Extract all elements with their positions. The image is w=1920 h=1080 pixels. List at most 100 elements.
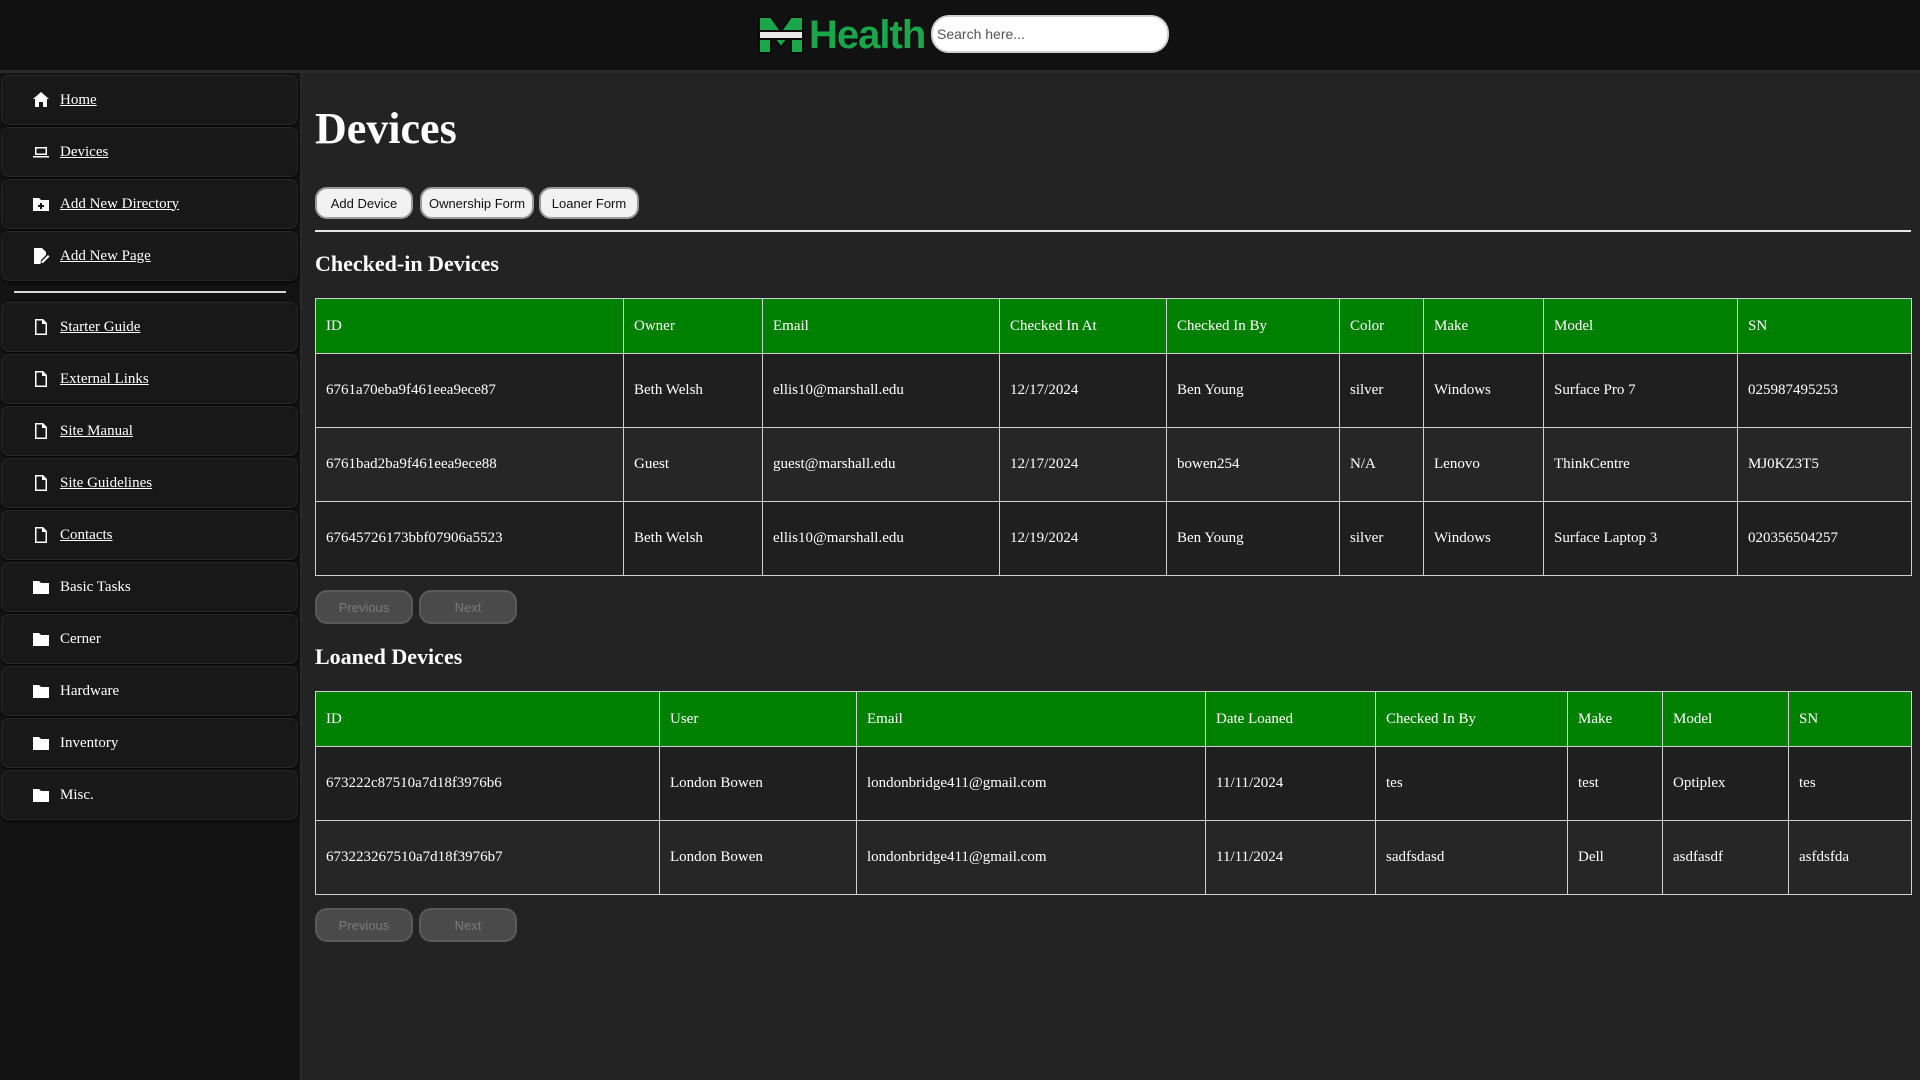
table-cell: silver	[1339, 501, 1424, 576]
table-cell: 673222c87510a7d18f3976b6	[315, 746, 660, 821]
sidebar-item-label[interactable]: External Links	[60, 371, 149, 388]
table-cell: silver	[1339, 353, 1424, 428]
table-row[interactable]: 67645726173bbf07906a5523 Beth Welsh elli…	[315, 501, 1912, 576]
loaned-next-button[interactable]: Next	[419, 908, 517, 942]
table-cell: ellis10@marshall.edu	[762, 501, 1000, 576]
table-cell: N/A	[1339, 427, 1424, 502]
sidebar-item-hardware[interactable]: Hardware	[1, 666, 298, 716]
sidebar: Home Devices Add New Directory Add New P…	[0, 73, 302, 1080]
column-header: Checked In By	[1166, 298, 1340, 354]
table-cell: ellis10@marshall.edu	[762, 353, 1000, 428]
logo[interactable]: Health	[757, 13, 926, 57]
folder-icon	[32, 734, 50, 752]
table-cell: 6761bad2ba9f461eea9ece88	[315, 427, 624, 502]
home-icon	[32, 91, 50, 109]
table-row[interactable]: 673223267510a7d18f3976b7 London Bowen lo…	[315, 820, 1912, 895]
sidebar-item-label[interactable]: Add New Page	[60, 248, 151, 265]
ownership-form-button[interactable]: Ownership Form	[420, 187, 534, 219]
table-cell: 6761a70eba9f461eea9ece87	[315, 353, 624, 428]
file-icon	[32, 474, 50, 492]
file-icon	[32, 318, 50, 336]
sidebar-item-basic-tasks[interactable]: Basic Tasks	[1, 562, 298, 612]
table-cell: tes	[1788, 746, 1912, 821]
sidebar-item-label: Cerner	[60, 630, 101, 647]
section-divider	[315, 230, 1911, 232]
table-cell: guest@marshall.edu	[762, 427, 1000, 502]
checked-in-next-button[interactable]: Next	[419, 590, 517, 624]
table-cell: Guest	[623, 427, 763, 502]
table-cell: Beth Welsh	[623, 353, 763, 428]
table-cell: Lenovo	[1423, 427, 1544, 502]
loaned-previous-button[interactable]: Previous	[315, 908, 413, 942]
table-cell: Windows	[1423, 501, 1544, 576]
sidebar-item-label[interactable]: Devices	[60, 144, 108, 161]
table-cell: 12/17/2024	[999, 427, 1167, 502]
loaned-devices-table: ID User Email Date Loaned Checked In By …	[315, 691, 1912, 895]
sidebar-item-site-guidelines[interactable]: Site Guidelines	[1, 458, 298, 508]
sidebar-item-label[interactable]: Site Guidelines	[60, 475, 152, 492]
sidebar-item-label: Hardware	[60, 682, 120, 699]
sidebar-item-site-manual[interactable]: Site Manual	[1, 406, 298, 456]
file-icon	[32, 422, 50, 440]
folder-icon	[32, 578, 50, 596]
sidebar-item-label[interactable]: Starter Guide	[60, 319, 140, 336]
sidebar-item-external-links[interactable]: External Links	[1, 354, 298, 404]
file-edit-icon	[32, 247, 50, 265]
column-header: Date Loaned	[1205, 691, 1376, 747]
column-header: Checked In By	[1375, 691, 1568, 747]
checked-in-devices-table: ID Owner Email Checked In At Checked In …	[315, 298, 1912, 576]
sidebar-item-label[interactable]: Home	[60, 92, 97, 109]
sidebar-item-add-new-page[interactable]: Add New Page	[1, 231, 298, 281]
sidebar-item-label: Inventory	[60, 734, 119, 751]
table-cell: 12/17/2024	[999, 353, 1167, 428]
sidebar-item-contacts[interactable]: Contacts	[1, 510, 298, 560]
table-cell: 673223267510a7d18f3976b7	[315, 820, 660, 895]
table-row[interactable]: 673222c87510a7d18f3976b6 London Bowen lo…	[315, 746, 1912, 821]
add-device-button[interactable]: Add Device	[315, 187, 413, 219]
column-header: Checked In At	[999, 298, 1167, 354]
sidebar-item-label[interactable]: Add New Directory	[60, 196, 179, 213]
table-cell: Ben Young	[1166, 353, 1340, 428]
table-row[interactable]: 6761bad2ba9f461eea9ece88 Guest guest@mar…	[315, 427, 1912, 502]
column-header: Email	[856, 691, 1206, 747]
loaner-form-button[interactable]: Loaner Form	[539, 187, 639, 219]
column-header: User	[659, 691, 857, 747]
table-header-row: ID Owner Email Checked In At Checked In …	[315, 298, 1912, 354]
table-cell: Windows	[1423, 353, 1544, 428]
table-cell: 11/11/2024	[1205, 820, 1376, 895]
sidebar-item-add-new-directory[interactable]: Add New Directory	[1, 179, 298, 229]
sidebar-item-cerner[interactable]: Cerner	[1, 614, 298, 664]
table-cell: London Bowen	[659, 820, 857, 895]
table-cell: 12/19/2024	[999, 501, 1167, 576]
logo-text: Health	[809, 13, 926, 57]
top-bar: Health	[0, 0, 1920, 73]
folder-icon	[32, 682, 50, 700]
sidebar-item-devices[interactable]: Devices	[1, 127, 298, 177]
sidebar-item-inventory[interactable]: Inventory	[1, 718, 298, 768]
sidebar-item-label: Misc.	[60, 786, 94, 803]
sidebar-item-label[interactable]: Site Manual	[60, 423, 133, 440]
column-header: Color	[1339, 298, 1424, 354]
marshall-m-logo-icon	[757, 16, 805, 54]
table-cell: test	[1567, 746, 1663, 821]
search-input[interactable]	[931, 15, 1169, 53]
checked-in-previous-button[interactable]: Previous	[315, 590, 413, 624]
column-header: Make	[1423, 298, 1544, 354]
table-cell: asfdsfda	[1788, 820, 1912, 895]
sidebar-item-label[interactable]: Contacts	[60, 527, 113, 544]
folder-icon	[32, 786, 50, 804]
column-header: Model	[1543, 298, 1738, 354]
table-cell: Beth Welsh	[623, 501, 763, 576]
table-cell: 025987495253	[1737, 353, 1912, 428]
table-cell: 11/11/2024	[1205, 746, 1376, 821]
table-cell: Optiplex	[1662, 746, 1789, 821]
sidebar-item-misc[interactable]: Misc.	[1, 770, 298, 820]
table-row[interactable]: 6761a70eba9f461eea9ece87 Beth Welsh elli…	[315, 353, 1912, 428]
table-cell: MJ0KZ3T5	[1737, 427, 1912, 502]
sidebar-item-home[interactable]: Home	[1, 75, 298, 125]
column-header: ID	[315, 298, 624, 354]
table-cell: 67645726173bbf07906a5523	[315, 501, 624, 576]
sidebar-item-starter-guide[interactable]: Starter Guide	[1, 302, 298, 352]
column-header: Model	[1662, 691, 1789, 747]
table-cell: Dell	[1567, 820, 1663, 895]
